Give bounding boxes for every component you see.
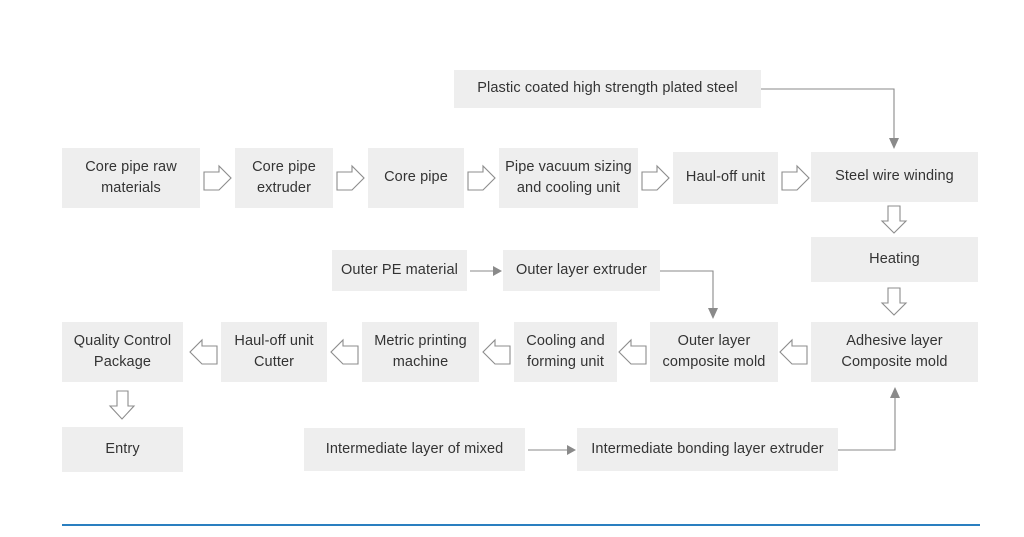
arrow-mixed-to-bonding-extruder: [528, 445, 576, 455]
node-outer-pe-material: Outer PE material: [332, 250, 467, 291]
node-core-pipe-raw-materials: Core pipe raw materials: [62, 148, 200, 208]
node-intermediate-layer-of-mixed: Intermediate layer of mixed: [304, 428, 525, 471]
arrow-vacuum-to-haul-off: [641, 164, 670, 191]
arrow-core-pipe-to-vacuum: [467, 164, 496, 191]
node-plastic-coated-steel: Plastic coated high strength plated stee…: [454, 70, 761, 108]
node-entry: Entry: [62, 427, 183, 472]
node-cooling-and-forming-unit: Cooling and forming unit: [514, 322, 617, 382]
node-outer-layer-composite-mold: Outer layer composite mold: [650, 322, 778, 382]
node-quality-control-package: Quality Control Package: [62, 322, 183, 382]
node-core-pipe: Core pipe: [368, 148, 464, 208]
node-haul-off-unit: Haul-off unit: [673, 152, 778, 204]
node-intermediate-bonding-layer-extruder: Intermediate bonding layer extruder: [577, 428, 838, 471]
arrow-steel-wire-to-heating: [880, 205, 908, 234]
arrow-cutter-to-quality: [189, 338, 218, 365]
arrow-quality-to-entry: [108, 390, 136, 420]
arrow-printing-to-cutter: [330, 338, 359, 365]
arrow-outer-mold-to-cooling: [618, 338, 647, 365]
arrow-pe-material-to-extruder: [470, 266, 502, 276]
node-metric-printing-machine: Metric printing machine: [362, 322, 479, 382]
arrow-raw-to-extruder: [203, 164, 232, 191]
arrow-heating-to-adhesive: [880, 287, 908, 316]
arrow-cooling-to-printing: [482, 338, 511, 365]
arrow-outer-extruder-to-mold: [660, 270, 718, 319]
node-core-pipe-extruder: Core pipe extruder: [235, 148, 333, 208]
arrow-bonding-extruder-to-adhesive: [838, 387, 900, 451]
arrow-haul-off-to-steel-wire: [781, 164, 810, 191]
node-adhesive-layer-composite-mold: Adhesive layer Composite mold: [811, 322, 978, 382]
flowchart-canvas: Plastic coated high strength plated stee…: [0, 0, 1024, 537]
node-heating: Heating: [811, 237, 978, 282]
arrow-plated-steel-to-steel-wire: [761, 88, 899, 149]
arrow-extruder-to-core-pipe: [336, 164, 365, 191]
arrow-adhesive-to-outer-mold: [779, 338, 808, 365]
node-steel-wire-winding: Steel wire winding: [811, 152, 978, 202]
bottom-accent-rule: [62, 524, 980, 526]
node-pipe-vacuum-sizing-cooling: Pipe vacuum sizing and cooling unit: [499, 148, 638, 208]
node-outer-layer-extruder: Outer layer extruder: [503, 250, 660, 291]
node-haul-off-unit-cutter: Haul-off unit Cutter: [221, 322, 327, 382]
